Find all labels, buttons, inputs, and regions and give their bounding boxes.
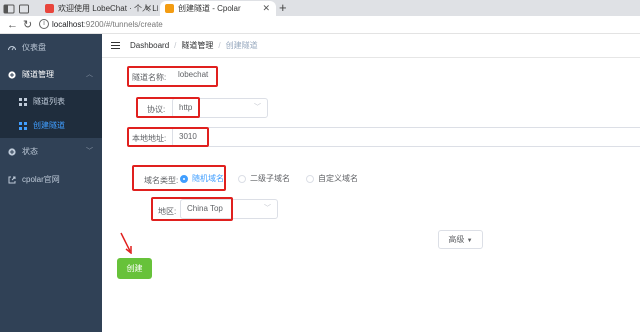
address-bar: ← ↻ i localhost:9200/#/tunnels/create [0, 16, 640, 34]
sidebar: 仪表盘 隧道管理 ︿ 隧道列表 创建隧道 状态 ﹀ cpolar官网 [0, 34, 102, 332]
breadcrumb-home[interactable]: Dashboard [130, 41, 169, 50]
radio-dot-icon [306, 175, 314, 183]
highlight-box [127, 127, 209, 147]
advanced-dropdown-button[interactable]: 高级 ▼ [438, 230, 483, 249]
url-host: localhost [52, 20, 84, 29]
tab-list-icon[interactable] [18, 2, 32, 14]
sidebar-item-label: 仪表盘 [22, 43, 46, 52]
breadcrumb-current: 创建隧道 [225, 41, 258, 50]
plus-circle-icon [8, 148, 16, 156]
red-arrow-icon [120, 232, 132, 254]
cpolar-favicon-icon [165, 4, 174, 13]
site-info-icon[interactable]: i [39, 19, 49, 29]
chevron-down-icon: ﹀ [254, 104, 261, 111]
lobechat-favicon-icon [45, 4, 54, 13]
url-path: :9200/#/tunnels/create [83, 20, 163, 29]
top-header: Dashboard / 隧道管理 / 创建隧道 [102, 34, 640, 58]
back-arrow-icon[interactable]: ← [7, 18, 18, 32]
radio-label: 二级子域名 [250, 174, 290, 183]
chevron-down-icon: ﹀ [264, 205, 271, 212]
radio-subdomain[interactable]: 二级子域名 [238, 173, 290, 185]
create-tunnel-form: 隧道名称: lobechat 协议: http ﹀ 本地地址: 3010 域名类… [102, 58, 640, 332]
caret-down-icon: ▼ [466, 238, 473, 244]
new-tab-icon[interactable]: + [279, 0, 287, 15]
close-tab-icon[interactable]: ✕ [262, 1, 270, 16]
browser-tab-lobechat[interactable]: 欢迎使用 LobeChat · 个人 LLM 生 ✕ [40, 1, 158, 16]
chevron-up-icon: ︿ [86, 71, 93, 78]
browser-tab-cpolar[interactable]: 创建隧道 - Cpolar ✕ [160, 1, 276, 16]
sidebar-item-label: 隧道管理 [22, 70, 54, 79]
browser-tab-title: 欢迎使用 LobeChat · 个人 LLM 生 [58, 4, 158, 13]
sidebar-item-cpolar-website[interactable]: cpolar官网 [0, 168, 102, 192]
window-menu-icon[interactable] [3, 2, 17, 14]
highlight-box [136, 97, 200, 118]
sidebar-item-tunnel-management[interactable]: 隧道管理 ︿ [0, 63, 102, 87]
highlight-box [127, 66, 218, 87]
sidebar-item-create-tunnel[interactable]: 创建隧道 [0, 114, 102, 138]
breadcrumb-section: 隧道管理 [181, 41, 214, 50]
create-label: 创建 [126, 264, 143, 273]
browser-tab-strip: 欢迎使用 LobeChat · 个人 LLM 生 ✕ 创建隧道 - Cpolar… [0, 0, 640, 16]
create-button[interactable]: 创建 [117, 258, 152, 279]
grid-icon [19, 98, 27, 106]
breadcrumb: Dashboard / 隧道管理 / 创建隧道 [130, 41, 258, 50]
highlight-box [132, 165, 226, 191]
plus-circle-icon [8, 71, 16, 79]
browser-tab-title: 创建隧道 - Cpolar [178, 4, 241, 13]
radio-dot-icon [238, 175, 246, 183]
close-tab-icon[interactable]: ✕ [144, 1, 152, 16]
sidebar-item-label: cpolar官网 [22, 175, 60, 184]
sidebar-item-label: 隧道列表 [33, 97, 65, 106]
chevron-down-icon: ﹀ [86, 148, 93, 155]
reload-icon[interactable]: ↻ [23, 18, 32, 32]
sidebar-item-tunnel-list[interactable]: 隧道列表 [0, 90, 102, 114]
sidebar-item-dashboard[interactable]: 仪表盘 [0, 36, 102, 60]
advanced-label: 高级 [448, 235, 465, 244]
sidebar-item-label: 状态 [22, 147, 38, 156]
url-field[interactable]: localhost:9200/#/tunnels/create [52, 19, 163, 31]
menu-toggle-icon[interactable] [111, 42, 120, 50]
local-address-input[interactable]: 3010 [172, 127, 640, 147]
highlight-box [151, 197, 233, 221]
grid-icon [19, 122, 27, 130]
radio-custom-domain[interactable]: 自定义域名 [306, 173, 358, 185]
sidebar-item-label: 创建隧道 [33, 121, 65, 130]
dashboard-icon [8, 46, 16, 51]
external-link-icon [8, 176, 16, 184]
radio-label: 自定义域名 [318, 174, 358, 183]
sidebar-item-status[interactable]: 状态 ﹀ [0, 140, 102, 164]
